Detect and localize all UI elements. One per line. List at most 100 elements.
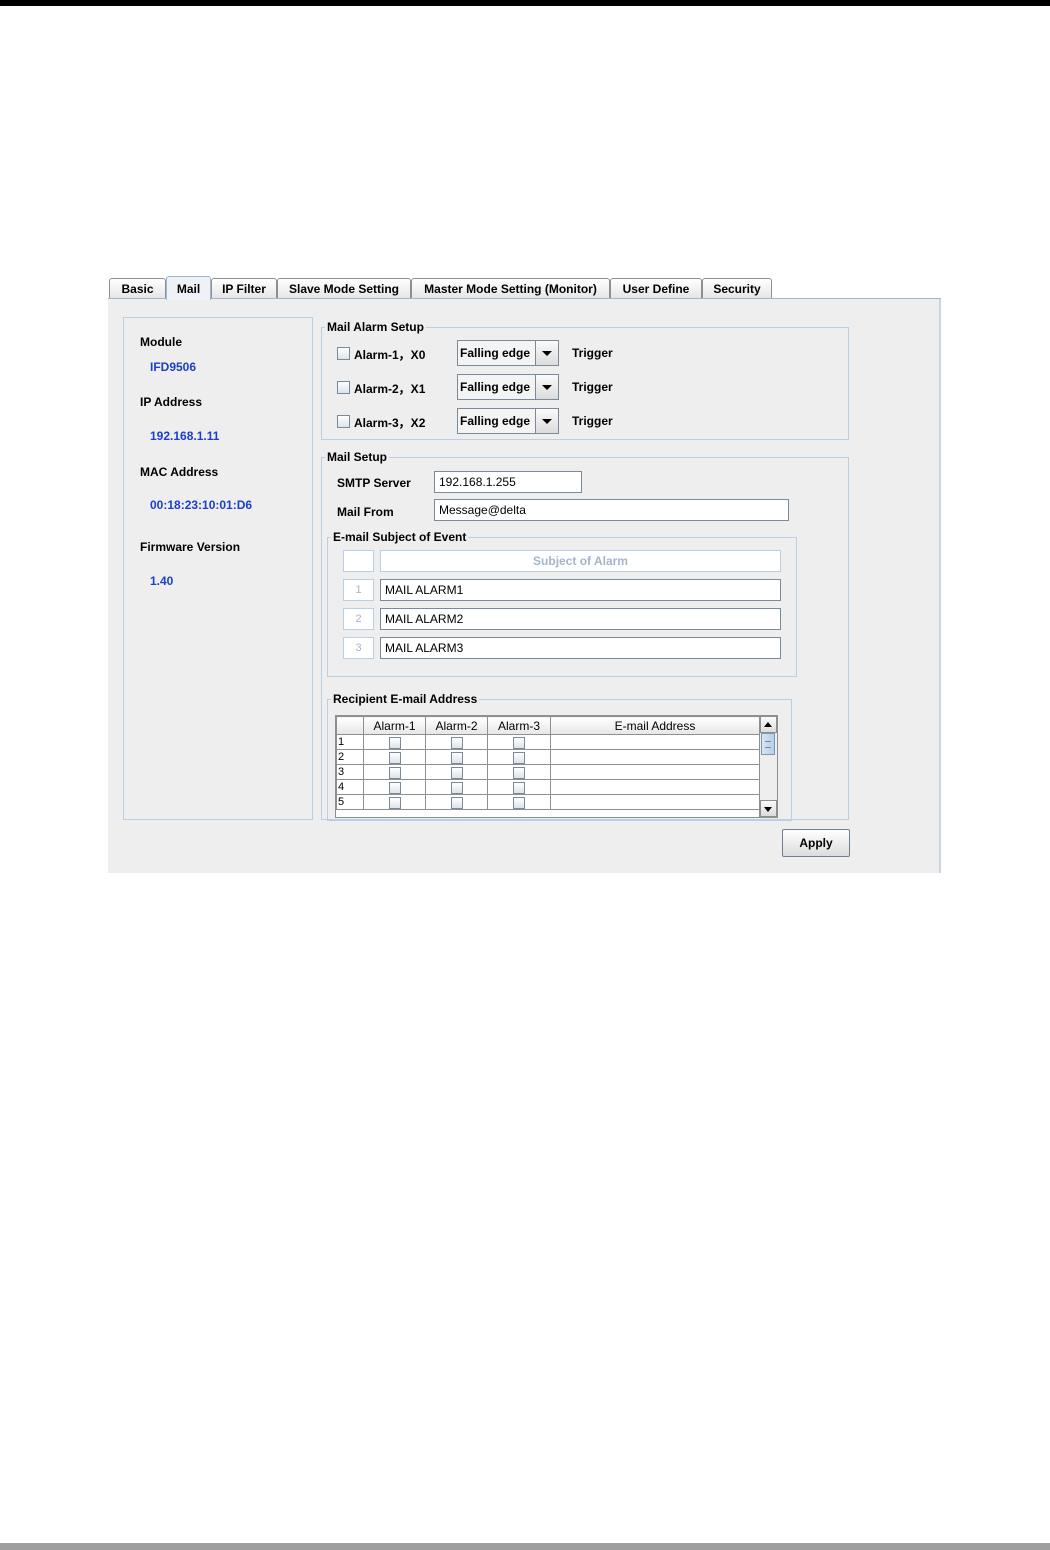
alarm-1-checkbox[interactable] <box>337 347 350 360</box>
table-row: 5 <box>336 794 760 810</box>
recipient-table-scrollbar[interactable] <box>759 716 777 817</box>
alarm-1-checkbox[interactable] <box>388 751 401 764</box>
tab-label: Security <box>713 281 761 296</box>
alarm-1-cell <box>363 794 426 810</box>
recipient-table: Alarm-1 Alarm-2 Alarm-3 E-mail Address 1 <box>335 715 778 818</box>
alarm-2-checkbox[interactable] <box>337 381 350 394</box>
mac-address-value: 00:18:23:10:01:D6 <box>150 498 253 512</box>
page-top-rule <box>0 0 1050 6</box>
smtp-server-input[interactable]: 192.168.1.255 <box>434 471 582 493</box>
recipient-email-title: Recipient E-mail Address <box>333 692 478 706</box>
scrollbar-thumb[interactable] <box>761 733 775 755</box>
recipient-email-group: Recipient E-mail Address Alarm-1 Alarm-2… <box>327 692 792 821</box>
table-row: 1 <box>336 734 760 750</box>
alarm-1-checkbox[interactable] <box>388 736 401 749</box>
column-header-alarm-2[interactable]: Alarm-2 <box>425 716 488 735</box>
alarm-1-cell <box>363 764 426 780</box>
device-info-box: Module IFD9506 IP Address 192.168.1.11 M… <box>123 317 313 820</box>
mail-from-label: Mail From <box>337 505 394 519</box>
subject-alarm-2-input[interactable]: MAIL ALARM2 <box>380 608 781 630</box>
tab-ip-filter[interactable]: IP Filter <box>211 278 277 298</box>
email-address-cell[interactable] <box>550 734 760 750</box>
alarm-3-cell <box>487 749 551 765</box>
alarm-3-trigger-label: Trigger <box>572 414 613 428</box>
chevron-down-icon[interactable] <box>535 375 558 399</box>
alarm-2-trigger-label: Trigger <box>572 380 613 394</box>
subject-header-corner <box>343 550 374 572</box>
tab-strip: Basic Mail IP Filter Slave Mode Setting … <box>108 276 941 300</box>
email-address-cell[interactable] <box>550 749 760 765</box>
alarm-1-edge-select[interactable]: Falling edge <box>457 340 559 366</box>
alarm-3-checkbox[interactable] <box>513 751 525 764</box>
alarm-3-checkbox[interactable] <box>513 736 525 749</box>
alarm-1-cell <box>363 749 426 765</box>
tab-user-define[interactable]: User Define <box>610 278 702 298</box>
alarm-1-checkbox[interactable] <box>388 796 401 809</box>
email-address-cell[interactable] <box>550 794 760 810</box>
mail-from-input[interactable]: Message@delta <box>434 499 789 521</box>
alarm-2-cell <box>425 734 488 750</box>
mail-tab-panel: Module IFD9506 IP Address 192.168.1.11 M… <box>108 299 941 873</box>
alarm-3-checkbox[interactable] <box>337 415 350 428</box>
alarm-3-edge-select[interactable]: Falling edge <box>457 408 559 434</box>
column-header-alarm-3[interactable]: Alarm-3 <box>487 716 551 735</box>
subject-row-number: 1 <box>343 579 374 601</box>
alarm-1-checkbox[interactable] <box>388 781 401 794</box>
alarm-3-checkbox[interactable] <box>513 766 525 779</box>
subject-of-alarm-header: Subject of Alarm <box>380 550 781 572</box>
alarm-2-checkbox[interactable] <box>450 796 463 809</box>
mail-alarm-setup-title: Mail Alarm Setup <box>327 320 424 334</box>
alarm-3-cell <box>487 734 551 750</box>
mail-settings-window: Basic Mail IP Filter Slave Mode Setting … <box>108 276 941 873</box>
alarm-3-checkbox[interactable] <box>513 781 525 794</box>
mail-setup-title: Mail Setup <box>327 450 388 464</box>
alarm-2-checkbox[interactable] <box>450 736 463 749</box>
table-row: 4 <box>336 779 760 795</box>
alarm-3-checkbox[interactable] <box>513 796 525 809</box>
arrow-down-icon[interactable] <box>760 800 777 817</box>
column-header-email-address[interactable]: E-mail Address <box>550 716 760 735</box>
alarm-2-checkbox[interactable] <box>450 766 463 779</box>
email-address-cell[interactable] <box>550 779 760 795</box>
table-row: 3 <box>336 764 760 780</box>
mail-setup-group: Mail Setup SMTP Server 192.168.1.255 Mai… <box>321 450 849 821</box>
tab-mail[interactable]: Mail <box>166 276 211 300</box>
alarm-1-cell <box>363 779 426 795</box>
tab-label: Slave Mode Setting <box>288 281 400 296</box>
email-subject-title: E-mail Subject of Event <box>333 530 467 544</box>
tab-label: Basic <box>121 281 154 296</box>
alarm-1-checkbox[interactable] <box>388 766 401 779</box>
email-address-cell[interactable] <box>550 764 760 780</box>
tab-label: User Define <box>622 281 690 296</box>
row-index: 5 <box>336 794 364 810</box>
alarm-3-edge-value: Falling edge <box>460 414 531 428</box>
alarm-3-cell <box>487 779 551 795</box>
alarm-3-cell <box>487 794 551 810</box>
tab-security[interactable]: Security <box>702 278 772 298</box>
alarm-2-checkbox[interactable] <box>450 781 463 794</box>
alarm-2-checkbox[interactable] <box>450 751 463 764</box>
alarm-3-label: Alarm-3，X2 <box>354 416 426 430</box>
ip-address-label: IP Address <box>140 395 203 409</box>
module-label: Module <box>140 335 182 349</box>
column-header-alarm-1[interactable]: Alarm-1 <box>363 716 426 735</box>
chevron-down-icon[interactable] <box>535 409 558 433</box>
row-index: 1 <box>336 734 364 750</box>
arrow-up-icon[interactable] <box>760 716 777 733</box>
alarm-2-edge-select[interactable]: Falling edge <box>457 374 559 400</box>
tab-basic[interactable]: Basic <box>109 278 166 298</box>
apply-button[interactable]: Apply <box>782 829 850 857</box>
subject-alarm-1-input[interactable]: MAIL ALARM1 <box>380 579 781 601</box>
tab-master-mode-setting[interactable]: Master Mode Setting (Monitor) <box>411 278 610 298</box>
chevron-down-icon[interactable] <box>535 341 558 365</box>
tab-label: Mail <box>176 281 201 296</box>
tab-label: Master Mode Setting (Monitor) <box>424 281 597 296</box>
subject-alarm-3-input[interactable]: MAIL ALARM3 <box>380 637 781 659</box>
column-header-index <box>336 716 364 735</box>
recipient-grid: Alarm-1 Alarm-2 Alarm-3 E-mail Address 1 <box>336 716 760 810</box>
alarm-2-cell <box>425 794 488 810</box>
tab-slave-mode-setting[interactable]: Slave Mode Setting <box>277 278 411 298</box>
table-header-row: Alarm-1 Alarm-2 Alarm-3 E-mail Address <box>336 716 760 735</box>
subject-row-number: 2 <box>343 608 374 630</box>
alarm-2-cell <box>425 779 488 795</box>
